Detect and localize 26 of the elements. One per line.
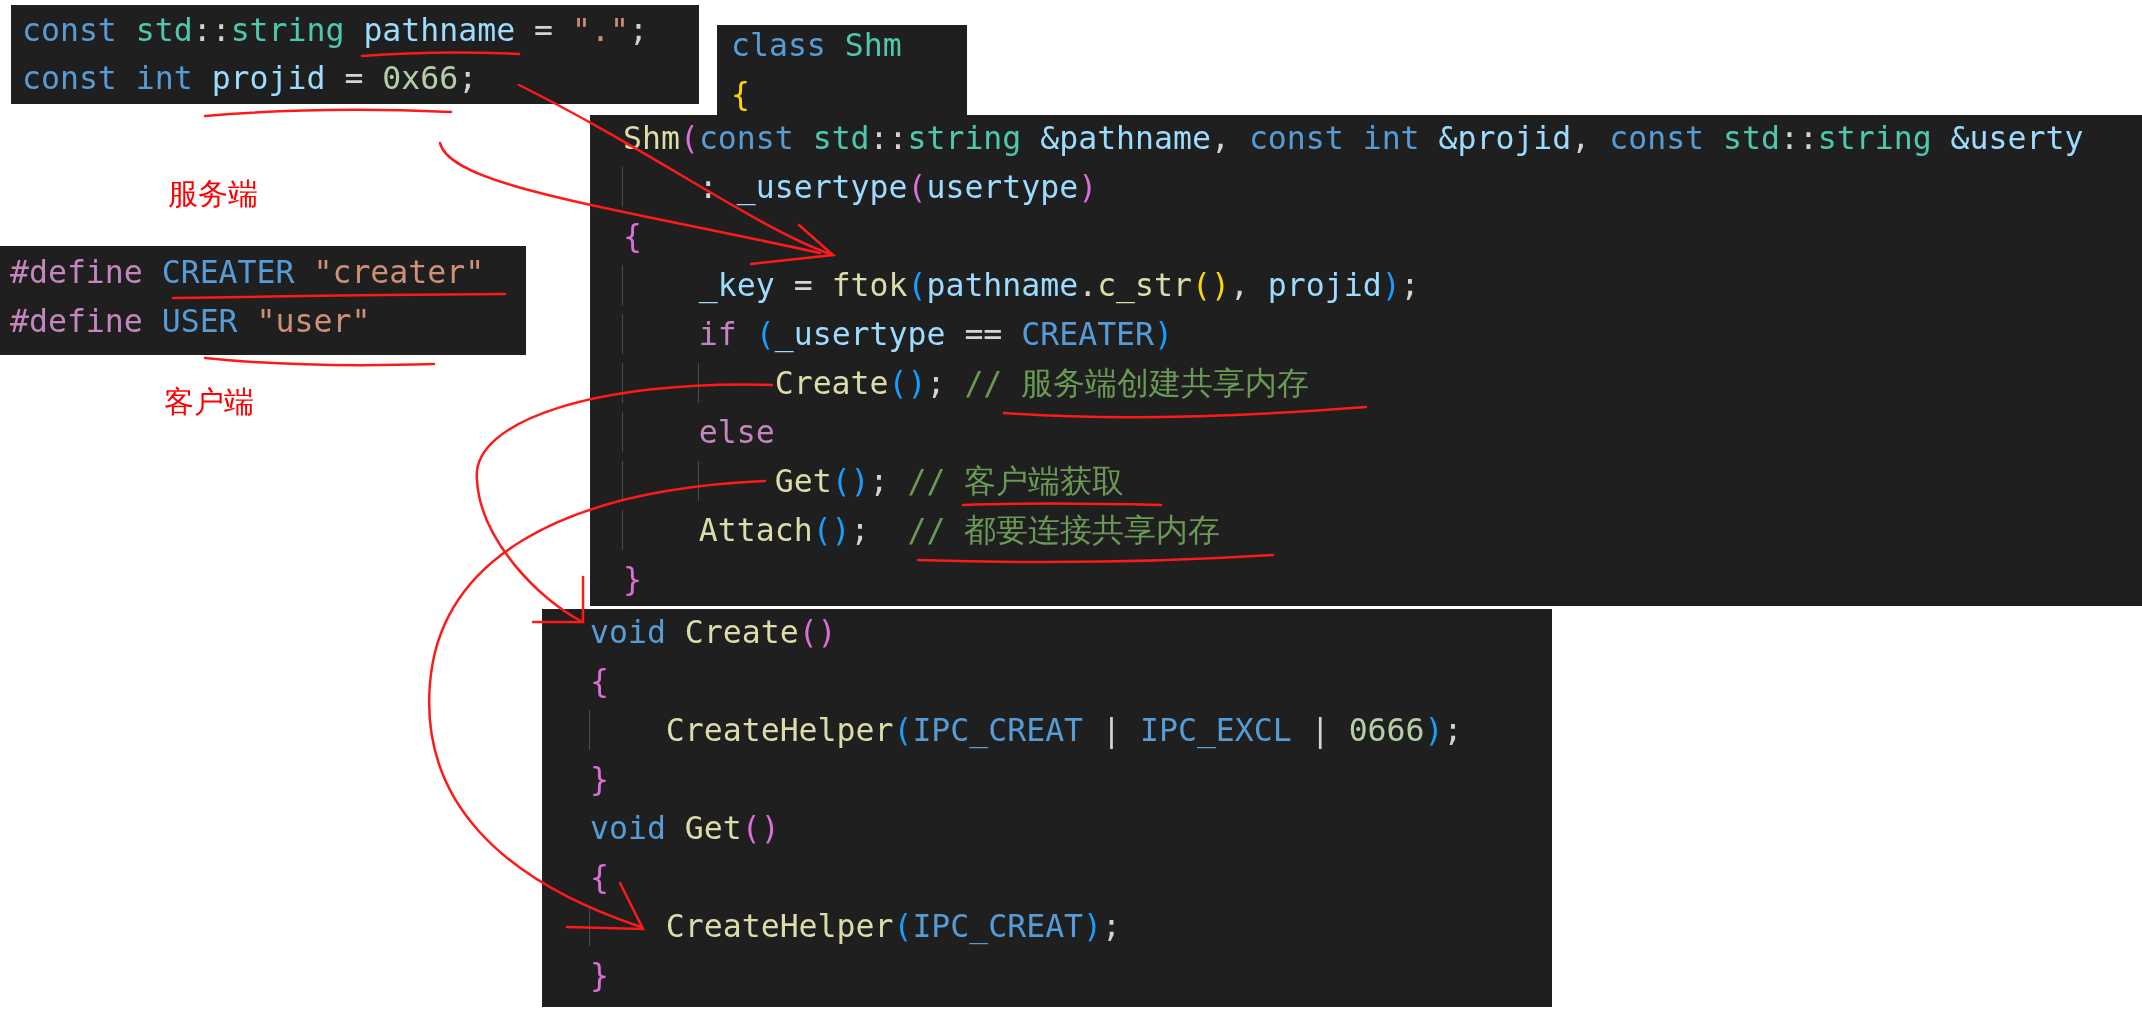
code-line: } — [590, 760, 609, 799]
code-line: { — [731, 75, 750, 114]
code-line: Get(); // 客户端获取 — [623, 461, 1125, 501]
code-line: CreateHelper(IPC_CREAT); — [590, 906, 1122, 946]
code-line: CreateHelper(IPC_CREAT | IPC_EXCL | 0666); — [590, 710, 1463, 750]
code-line: Create(); // 服务端创建共享内存 — [623, 363, 1310, 403]
annotation-label: 客户端 — [164, 384, 254, 420]
code-line: void Get() — [590, 809, 780, 848]
code-line: else — [623, 412, 775, 452]
code-line: { — [590, 662, 609, 701]
code-line: Attach(); // 都要连接共享内存 — [623, 510, 1221, 550]
code-line: class Shm — [731, 26, 902, 65]
code-line: const int projid = 0x66; — [22, 59, 478, 98]
code-line: } — [590, 956, 609, 995]
code-line: const std::string pathname = "."; — [22, 11, 648, 50]
code-line: #define CREATER "creater" — [10, 253, 485, 292]
code-line: { — [623, 217, 642, 256]
code-line: _key = ftok(pathname.c_str(), projid); — [623, 265, 1420, 305]
code-line: Shm(const std::string &pathname, const int &projid, const std::string &userty — [623, 119, 2084, 158]
code-line: #define USER "user" — [10, 302, 371, 341]
code-line: } — [623, 560, 642, 599]
annotation-label: 服务端 — [168, 176, 258, 212]
code-line: { — [590, 858, 609, 897]
code-line: void Create() — [590, 613, 837, 652]
code-line: if (_usertype == CREATER) — [623, 314, 1173, 354]
code-line: : _usertype(usertype) — [623, 167, 1098, 207]
